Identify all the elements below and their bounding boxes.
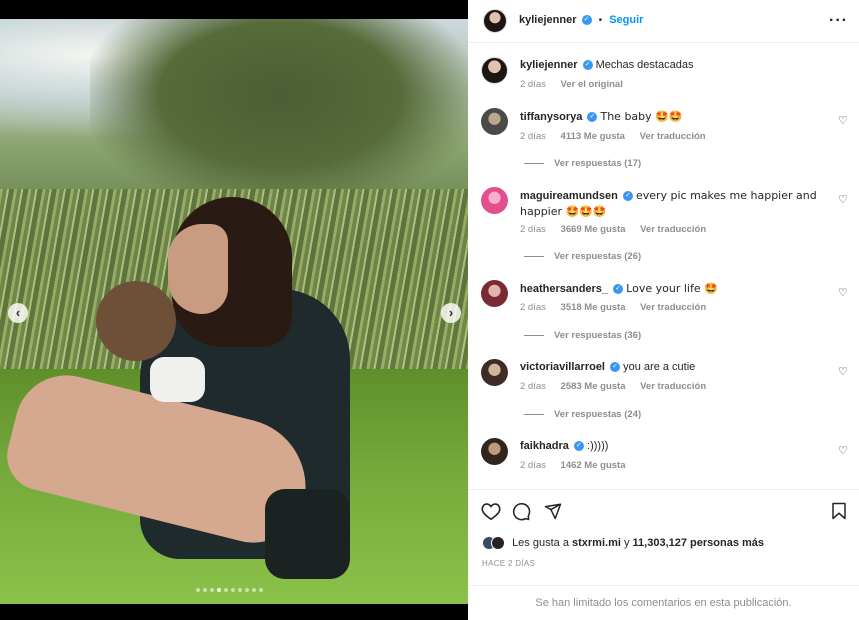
- caption-text: Mechas destacadas: [595, 59, 694, 71]
- carousel-dot: [203, 588, 207, 592]
- like-comment-heart-icon[interactable]: ♡: [838, 444, 848, 457]
- photo-baby-head: [96, 281, 176, 361]
- comments-limited-notice: Se han limitado los comentarios en esta …: [468, 585, 859, 620]
- translate-link[interactable]: Ver traducción: [640, 302, 706, 313]
- comment-username[interactable]: tiffanysorya: [520, 111, 582, 123]
- like-comment-heart-icon[interactable]: ♡: [838, 193, 848, 206]
- carousel-dots: [196, 588, 263, 592]
- comment-likes[interactable]: 4113 Me gusta: [561, 131, 625, 142]
- caption-age: 2 días: [520, 79, 546, 90]
- carousel-dot: [252, 588, 256, 592]
- commenter-avatar[interactable]: [481, 359, 508, 386]
- verified-icon: ✓: [573, 441, 584, 452]
- like-comment-heart-icon[interactable]: ♡: [838, 114, 848, 127]
- replies-line: [524, 413, 544, 415]
- verified-icon: ✓: [582, 60, 593, 71]
- photo-baby-body: [150, 357, 205, 402]
- view-replies-button[interactable]: Ver respuestas (36): [524, 330, 641, 341]
- verified-icon: ✓: [587, 112, 598, 123]
- like-comment-heart-icon[interactable]: ♡: [838, 286, 848, 299]
- post-media[interactable]: ‹ ›: [0, 19, 468, 604]
- replies-label: Ver respuestas (17): [554, 158, 642, 169]
- comment-likes[interactable]: 2583 Me gusta: [561, 381, 626, 392]
- replies-line: [524, 162, 544, 164]
- comment-text: The baby 🤩🤩: [600, 110, 683, 123]
- comment-likes[interactable]: 3669 Me gusta: [561, 224, 626, 235]
- carousel-dot: [196, 588, 200, 592]
- comment-username[interactable]: heathersanders_: [520, 283, 608, 295]
- comment-username[interactable]: faikhadra: [520, 440, 569, 452]
- carousel-dot: [238, 588, 242, 592]
- replies-label: Ver respuestas (26): [554, 251, 642, 262]
- replies-line: [524, 255, 544, 257]
- comment-age: 2 días: [520, 460, 546, 471]
- author-username[interactable]: kyliejenner: [519, 14, 576, 26]
- comment-bubble-icon[interactable]: [512, 502, 531, 524]
- translate-link[interactable]: Ver traducción: [640, 131, 706, 142]
- likes-user-link[interactable]: stxrmi.mi: [572, 537, 621, 549]
- likes-summary: Les gusta a stxrmi.mi y 11,303,127 perso…: [482, 536, 764, 550]
- verified-icon: ✓: [610, 362, 621, 373]
- post-header: kyliejenner ✓ • Seguir ···: [468, 0, 859, 43]
- carousel-dot: [210, 588, 214, 592]
- prev-media-button[interactable]: ‹: [8, 303, 28, 323]
- translate-link[interactable]: Ver traducción: [640, 381, 706, 392]
- verified-icon: ✓: [581, 15, 592, 26]
- carousel-dot: [224, 588, 228, 592]
- like-comment-heart-icon[interactable]: ♡: [838, 365, 848, 378]
- comment-age: 2 días: [520, 381, 546, 392]
- commenter-avatar[interactable]: [481, 108, 508, 135]
- post-time: HACE 2 DÍAS: [482, 559, 536, 568]
- view-replies-button[interactable]: Ver respuestas (17): [524, 158, 641, 169]
- follow-button[interactable]: Seguir: [609, 14, 643, 26]
- comment-text: :))))): [587, 440, 609, 452]
- like-heart-icon[interactable]: [481, 502, 501, 523]
- commenter-avatar[interactable]: [481, 280, 508, 307]
- comment-username[interactable]: maguireamundsen: [520, 190, 618, 202]
- carousel-dot-active: [217, 588, 221, 592]
- photo-trees: [90, 19, 468, 209]
- commenter-avatar[interactable]: [481, 438, 508, 465]
- next-media-button[interactable]: ›: [441, 303, 461, 323]
- post-details-panel: kyliejenner ✓ • Seguir ··· kyliejenner ✓…: [468, 0, 859, 620]
- replies-label: Ver respuestas (36): [554, 330, 642, 341]
- comment-username[interactable]: victoriavillarroel: [520, 361, 605, 373]
- comment-likes[interactable]: 1462 Me gusta: [561, 460, 626, 471]
- separator-dot: •: [598, 15, 603, 26]
- save-bookmark-icon[interactable]: [831, 502, 847, 523]
- view-replies-button[interactable]: Ver respuestas (24): [524, 409, 641, 420]
- caption-username[interactable]: kyliejenner: [520, 59, 577, 71]
- share-paper-plane-icon[interactable]: [544, 502, 562, 523]
- comment-likes[interactable]: 3518 Me gusta: [561, 302, 626, 313]
- carousel-dot: [259, 588, 263, 592]
- comment-text: you are a cutie: [623, 361, 696, 373]
- view-replies-button[interactable]: Ver respuestas (26): [524, 251, 641, 262]
- comment-age: 2 días: [520, 131, 546, 142]
- photo-person-shorts: [265, 489, 350, 579]
- carousel-dot: [231, 588, 235, 592]
- comment-age: 2 días: [520, 302, 546, 313]
- verified-icon: ✓: [613, 284, 624, 295]
- post-actions: Les gusta a stxrmi.mi y 11,303,127 perso…: [468, 489, 859, 619]
- commenter-avatar[interactable]: [481, 187, 508, 214]
- likes-joiner: y: [623, 536, 630, 549]
- likes-count-link[interactable]: 11,303,127 personas más: [633, 537, 764, 549]
- more-options-icon[interactable]: ···: [829, 12, 848, 30]
- comment-text: Love your life 🤩: [626, 282, 718, 295]
- verified-icon: ✓: [622, 191, 633, 202]
- see-original-link[interactable]: Ver el original: [561, 79, 623, 90]
- replies-label: Ver respuestas (24): [554, 409, 642, 420]
- comment-age: 2 días: [520, 224, 546, 235]
- likes-prefix: Les gusta a: [512, 536, 569, 549]
- replies-line: [524, 334, 544, 336]
- carousel-dot: [245, 588, 249, 592]
- photo-person-face: [168, 224, 228, 314]
- caption-avatar[interactable]: [481, 57, 508, 84]
- translate-link[interactable]: Ver traducción: [640, 224, 706, 235]
- author-avatar[interactable]: [483, 9, 507, 33]
- liker-avatar: [491, 536, 505, 550]
